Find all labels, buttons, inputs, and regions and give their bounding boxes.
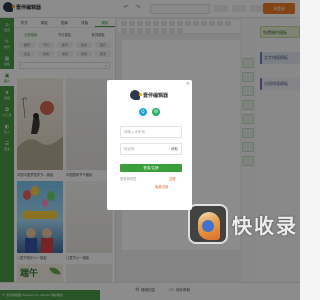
watermark-logo-icon (188, 204, 228, 244)
login-submit-button[interactable]: 登录/注册 (120, 164, 182, 172)
free-trial-link[interactable]: 免费试用 (155, 184, 168, 189)
qq-login-icon[interactable]: Q (139, 108, 147, 116)
wechat-login-icon[interactable]: W (152, 108, 160, 116)
watermark: 快收录 (188, 204, 298, 244)
phone-placeholder: 请输入手机号 (124, 130, 145, 134)
watermark-text: 快收录 (232, 213, 298, 238)
agree-text: 登录即同意 (120, 177, 137, 181)
close-icon[interactable]: × (186, 81, 190, 87)
code-placeholder: 验证码 (124, 147, 135, 151)
get-code-button[interactable]: 获取 (171, 144, 178, 154)
bird-logo-icon (130, 90, 142, 100)
modal-logo-text: 壹伴编辑器 (143, 92, 169, 99)
register-link[interactable]: 注册 (169, 176, 176, 181)
phone-input[interactable]: 请输入手机号 (120, 126, 182, 138)
login-modal: × 壹伴编辑器 Q W 请输入手机号 验证码 获取 登录/注册 登录即同意 注册… (107, 80, 192, 210)
modal-logo: 壹伴编辑器 (130, 90, 168, 100)
code-input[interactable]: 验证码 获取 (120, 143, 182, 155)
